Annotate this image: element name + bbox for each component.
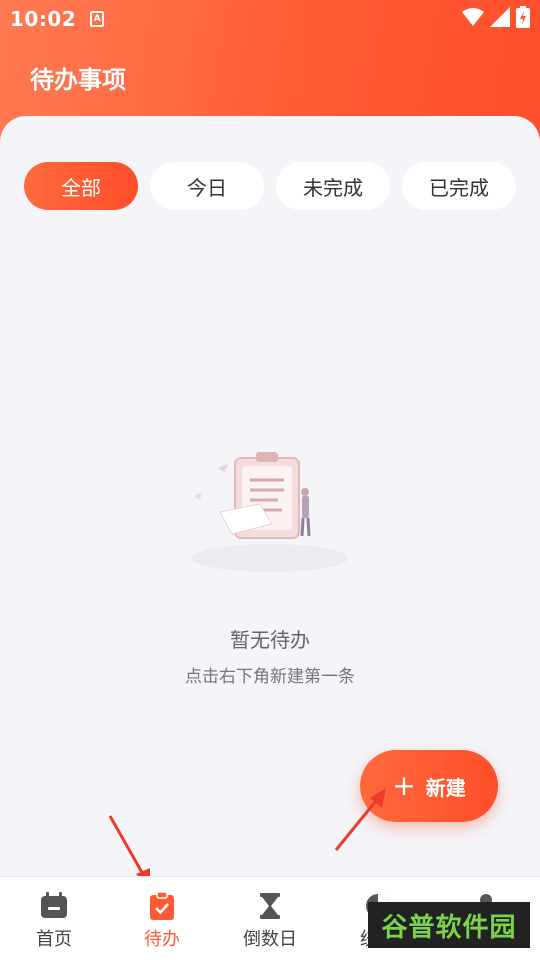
battery-icon <box>516 6 530 28</box>
tab-home-label: 首页 <box>36 929 72 950</box>
plus-icon: + <box>392 769 416 802</box>
empty-clipboard-illustration <box>192 452 348 572</box>
tab-countdown[interactable]: 倒数日 <box>216 877 324 960</box>
filter-today[interactable]: 今日 <box>150 162 264 210</box>
tab-countdown-label: 倒数日 <box>243 929 297 950</box>
tab-todo[interactable]: 待办 <box>108 877 216 960</box>
status-icons <box>462 6 530 28</box>
empty-state-subtitle: 点击右下角新建第一条 <box>185 667 355 687</box>
todo-check-icon <box>147 891 177 921</box>
filter-all[interactable]: 全部 <box>24 162 138 210</box>
tab-todo-label: 待办 <box>144 929 180 950</box>
new-todo-label: 新建 <box>425 775 466 800</box>
hourglass-icon <box>255 891 285 921</box>
tab-home[interactable]: 首页 <box>0 877 108 960</box>
calendar-icon <box>39 891 69 921</box>
wifi-icon <box>462 8 484 26</box>
status-bar: 10:02 A <box>0 0 540 38</box>
notification-icon: A <box>90 11 105 27</box>
empty-state-title: 暂无待办 <box>230 628 310 652</box>
status-time: 10:02 <box>10 7 77 31</box>
filter-tabs: 全部 今日 未完成 已完成 <box>24 162 516 210</box>
page-title: 待办事项 <box>30 66 126 94</box>
signal-icon <box>490 7 510 27</box>
filter-incomplete[interactable]: 未完成 <box>276 162 390 210</box>
new-todo-button[interactable]: + 新建 <box>360 750 498 822</box>
watermark: 谷普软件园 <box>368 902 530 948</box>
filter-completed[interactable]: 已完成 <box>402 162 516 210</box>
